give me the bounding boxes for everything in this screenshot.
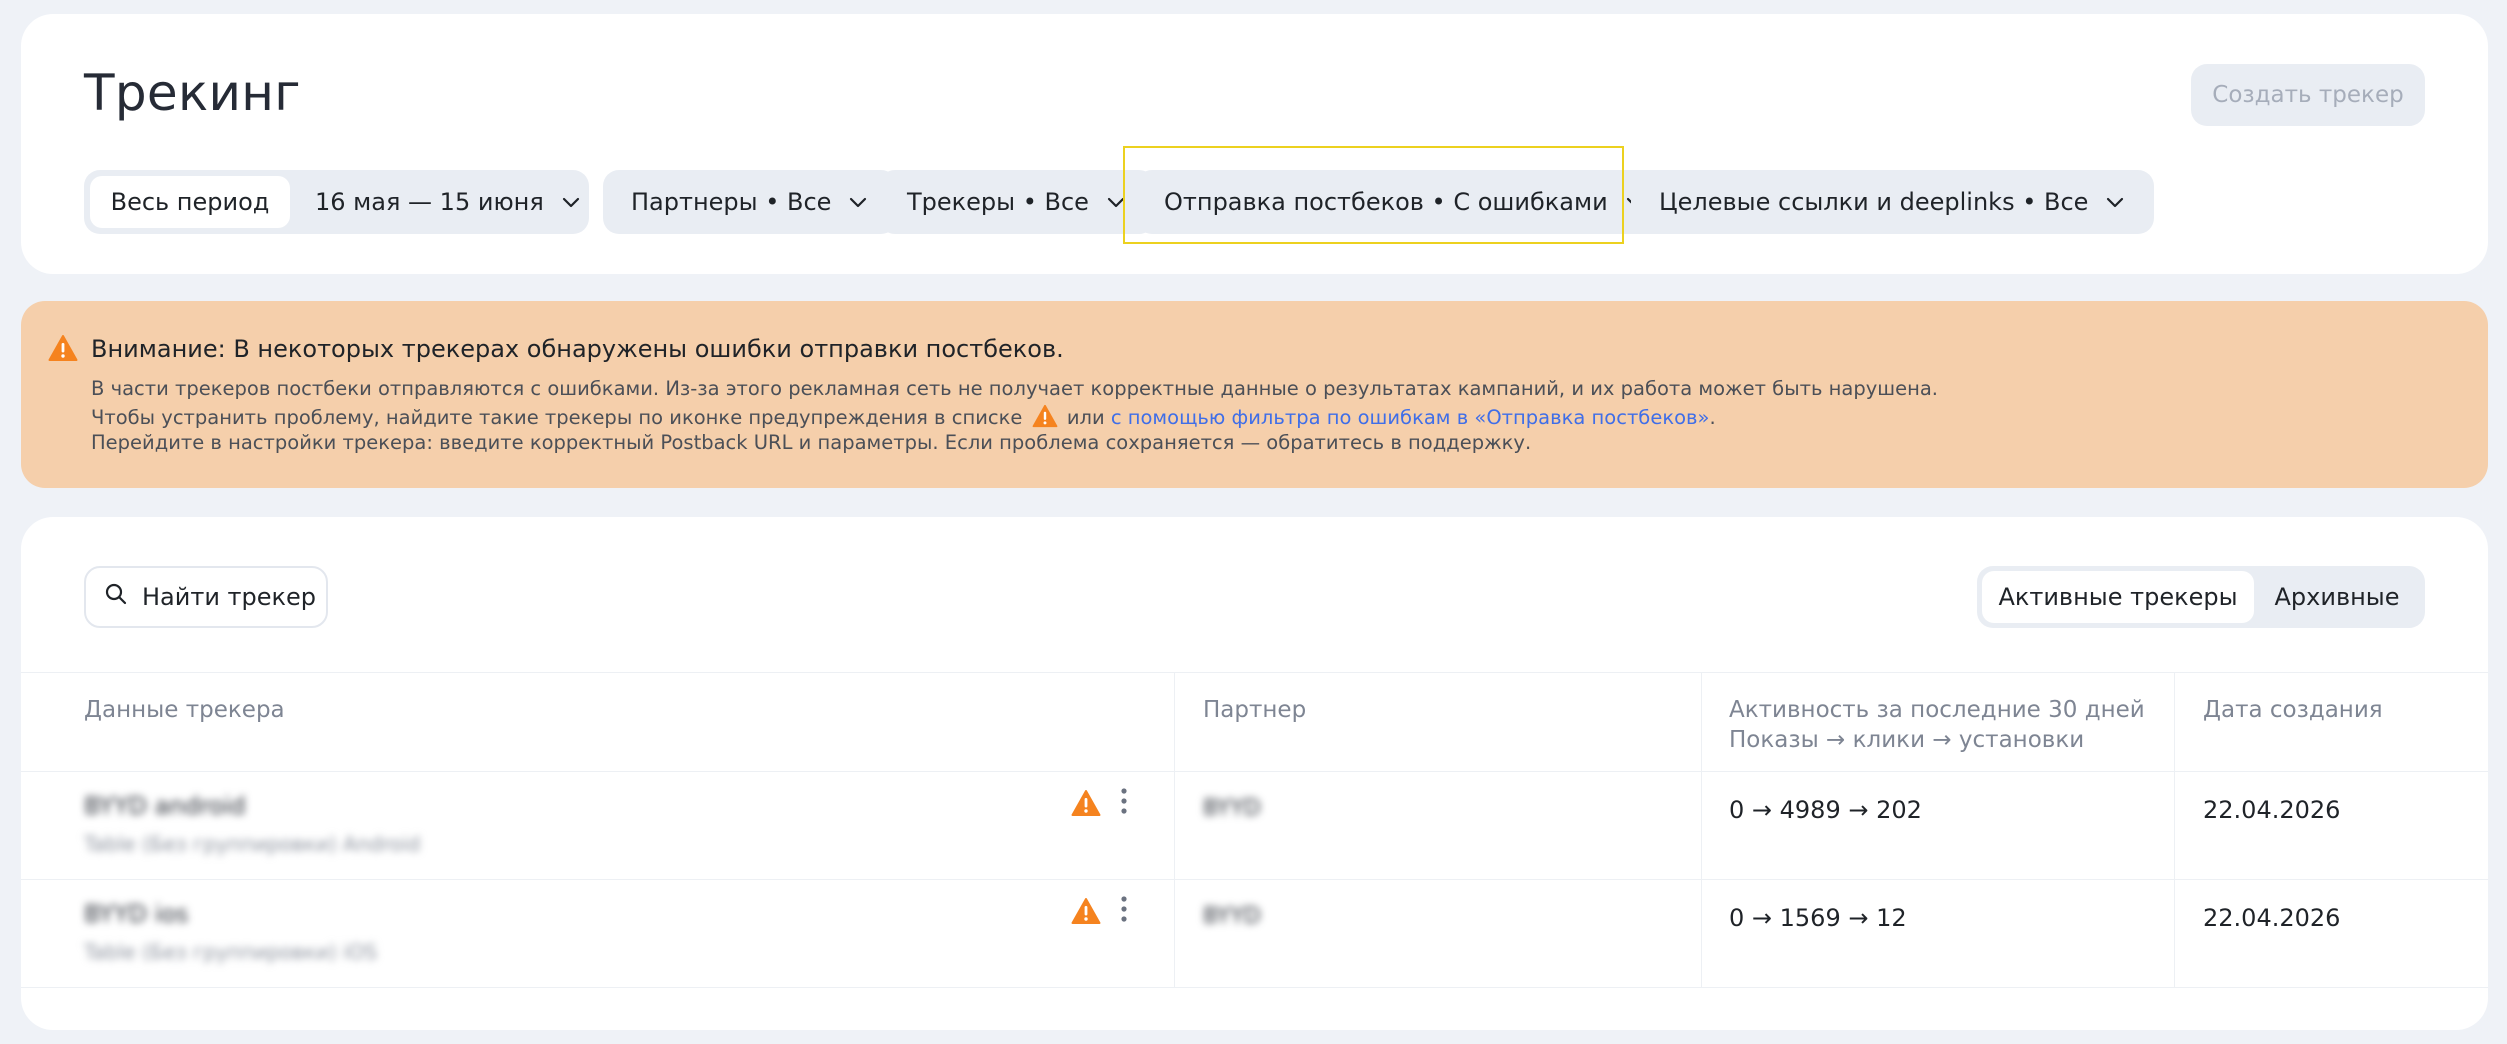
postback-error-alert: Внимание: В некоторых трекерах обнаружен… — [21, 301, 2488, 488]
table-row[interactable]: BYYD android Table (Без группировки) And… — [21, 772, 2488, 880]
column-header-created: Дата создания — [2203, 697, 2383, 723]
alert-line-2-prefix: Чтобы устранить проблему, найдите такие … — [91, 406, 1023, 429]
tab-active-trackers[interactable]: Активные трекеры — [1982, 571, 2254, 623]
alert-line-2: Чтобы устранить проблему, найдите такие … — [91, 404, 1716, 429]
tracker-name[interactable]: BYYD ios — [84, 900, 188, 928]
period-filter[interactable]: Весь период 16 мая — 15 июня — [84, 170, 589, 234]
column-header-activity-subtitle: Показы → клики → установки — [1729, 727, 2085, 753]
date-range-label: 16 мая — 15 июня — [315, 188, 544, 216]
search-icon — [104, 582, 128, 612]
tracker-name[interactable]: BYYD android — [84, 792, 246, 820]
column-header-activity: Активность за последние 30 дней Показы →… — [1729, 695, 2145, 755]
warning-icon — [48, 334, 78, 362]
postback-filter-link[interactable]: с помощью фильтра по ошибкам в «Отправка… — [1111, 406, 1710, 429]
column-divider — [1701, 880, 1702, 987]
column-header-activity-title: Активность за последние 30 дней — [1729, 697, 2145, 723]
chevron-down-icon — [2104, 191, 2126, 213]
column-divider — [1174, 673, 1175, 771]
table-row[interactable]: BYYD ios Table (Без группировки) iOS BYY… — [21, 880, 2488, 988]
tracker-subtitle: Table (Без группировки) iOS — [84, 940, 378, 964]
partners-filter[interactable]: Партнеры • Все — [603, 170, 898, 234]
column-header-tracker: Данные трекера — [84, 697, 285, 723]
search-tracker-button[interactable]: Найти трекер — [84, 566, 328, 628]
warning-icon[interactable] — [1071, 789, 1101, 817]
column-divider — [1701, 772, 1702, 879]
tracker-status-tabs: Активные трекеры Архивные — [1977, 566, 2425, 628]
tracker-activity: 0 → 4989 → 202 — [1729, 796, 1922, 824]
page-title: Трекинг — [84, 64, 301, 122]
alert-line-3: Перейдите в настройки трекера: введите к… — [91, 431, 1532, 454]
chevron-down-icon — [847, 191, 869, 213]
column-divider — [1174, 880, 1175, 987]
postbacks-filter-highlight — [1123, 146, 1624, 244]
tracker-partner: BYYD — [1203, 796, 1261, 821]
alert-line-1: В части трекеров постбеки отправляются с… — [91, 377, 1938, 400]
column-header-partner: Партнер — [1203, 697, 1307, 723]
trackers-table-card: Найти трекер Активные трекеры Архивные Д… — [21, 517, 2488, 1030]
more-vertical-icon[interactable] — [1119, 894, 1129, 924]
alert-line-2-suffix: . — [1709, 406, 1716, 429]
column-divider — [1174, 772, 1175, 879]
tracker-created-date: 22.04.2026 — [2203, 904, 2341, 932]
trackers-filter[interactable]: Трекеры • Все — [879, 170, 1155, 234]
column-divider — [2174, 772, 2175, 879]
trackers-filter-label: Трекеры • Все — [907, 188, 1089, 216]
create-tracker-button[interactable]: Создать трекер — [2191, 64, 2425, 126]
warning-icon[interactable] — [1071, 897, 1101, 925]
partners-filter-label: Партнеры • Все — [631, 188, 832, 216]
links-filter[interactable]: Целевые ссылки и deeplinks • Все — [1631, 170, 2155, 234]
search-label: Найти трекер — [142, 583, 317, 611]
tracker-partner: BYYD — [1203, 904, 1261, 929]
trackers-table: Данные трекера Партнер Активность за пос… — [21, 672, 2488, 988]
tab-archived-trackers[interactable]: Архивные — [2254, 571, 2420, 623]
column-divider — [2174, 673, 2175, 771]
column-divider — [1701, 673, 1702, 771]
links-filter-label: Целевые ссылки и deeplinks • Все — [1659, 188, 2089, 216]
table-header: Данные трекера Партнер Активность за пос… — [21, 672, 2488, 772]
chevron-down-icon — [560, 191, 582, 213]
tracker-created-date: 22.04.2026 — [2203, 796, 2341, 824]
alert-line-2-mid: или — [1066, 406, 1105, 429]
period-all-label: Весь период — [110, 188, 270, 216]
warning-icon — [1032, 404, 1058, 428]
column-divider — [2174, 880, 2175, 987]
period-all-button[interactable]: Весь период — [90, 176, 290, 228]
alert-title: Внимание: В некоторых трекерах обнаружен… — [91, 335, 1064, 363]
tracker-subtitle: Table (Без группировки) Android — [84, 832, 421, 856]
more-vertical-icon[interactable] — [1119, 786, 1129, 816]
tracker-activity: 0 → 1569 → 12 — [1729, 904, 1907, 932]
